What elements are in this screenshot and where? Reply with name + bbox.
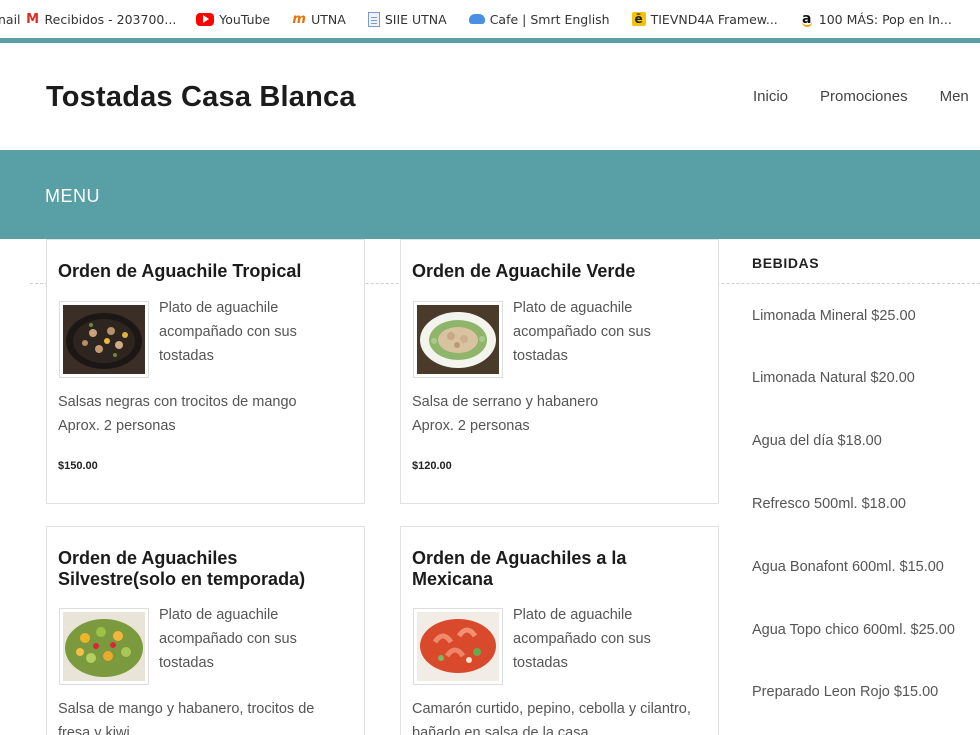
card-price: $150.00 <box>58 460 98 472</box>
menu-banner-title: MENU <box>45 186 100 206</box>
bookmark-label: YouTube <box>219 11 271 27</box>
shrimp-aguachile-photo <box>413 608 503 685</box>
card-description: Plato de aguachile acompañado con sus to… <box>513 300 651 364</box>
menu-card: Orden de Aguachile Tropical Plato de agu… <box>46 239 365 504</box>
tievnd-icon: ē <box>631 12 646 26</box>
card-description: Plato de aguachile acompañado con sus to… <box>159 300 297 364</box>
bookmark-youtube[interactable]: YouTube <box>196 12 270 27</box>
bookmark-amazon[interactable]: a 100 MÁS: Pop en In... <box>800 11 952 27</box>
green-aguachile-photo <box>413 301 503 378</box>
card-detail-line: Salsas negras con trocitos de mango <box>58 394 297 410</box>
card-description: Plato de aguachile acompañado con sus to… <box>159 607 297 671</box>
utna-icon: m <box>292 11 306 27</box>
nav-item-inicio[interactable]: Inicio <box>753 88 788 105</box>
main-nav: Inicio Promociones Men <box>753 88 969 105</box>
dark-aguachile-photo <box>59 301 149 378</box>
menu-card: Orden de Aguachiles Silvestre(solo en te… <box>46 526 365 735</box>
nav-item-promociones[interactable]: Promociones <box>820 88 908 105</box>
bookmark-utna[interactable]: m UTNA <box>292 11 346 27</box>
bookmark-cafe[interactable]: Cafe | Smrt English <box>468 11 610 27</box>
bookmark-prefix: nail <box>0 11 21 27</box>
nav-item-menu[interactable]: Men <box>940 88 969 105</box>
drink-item: Agua del día $18.00 <box>752 433 882 449</box>
bookmark-label: 100 MÁS: Pop en In... <box>818 11 952 27</box>
bookmark-label: Cafe | Smrt English <box>489 11 610 27</box>
site-header: Tostadas Casa Blanca Inicio Promociones … <box>0 43 980 150</box>
bookmark-tievnd[interactable]: ē TIEVND4A Framew... <box>631 11 778 27</box>
drink-item: Limonada Natural $20.00 <box>752 370 915 386</box>
bookmark-label: SIIE UTNA <box>384 11 447 27</box>
card-title: Orden de Aguachile Tropical <box>58 261 302 281</box>
youtube-icon <box>196 12 215 26</box>
card-description: Plato de aguachile acompañado con sus to… <box>513 607 651 671</box>
card-detail-line: fresa y kiwi <box>58 725 130 735</box>
drinks-title: BEBIDAS <box>752 255 820 271</box>
card-detail-line: Camarón curtido, pepino, cebolla y cilan… <box>412 701 691 717</box>
drink-item: Agua Bonafont 600ml. $15.00 <box>752 559 944 575</box>
bookmark-label: TIEVND4A Framew... <box>650 11 778 27</box>
menu-card: Orden de Aguachiles a la Mexicana Plato … <box>400 526 719 735</box>
drink-item: Limonada Mineral $25.00 <box>752 308 916 324</box>
menu-card: Orden de Aguachile Verde Plato de aguach… <box>400 239 719 504</box>
card-detail-line: Aprox. 2 personas <box>412 418 530 434</box>
card-detail-line: Salsa de serrano y habanero <box>412 394 599 410</box>
drink-item: Preparado Leon Rojo $15.00 <box>752 684 939 700</box>
bookmarks-bar: nail M Recibidos - 203700... YouTube m U… <box>0 0 980 38</box>
menu-content: Orden de Aguachile Tropical Plato de agu… <box>0 239 980 735</box>
card-title: Orden de Aguachile Verde <box>412 261 636 281</box>
card-price: $120.00 <box>412 460 452 472</box>
bookmark-gmail[interactable]: nail M Recibidos - 203700... <box>0 12 176 27</box>
bookmark-siie[interactable]: SIIE UTNA <box>367 11 447 27</box>
gmail-icon: M <box>26 11 39 27</box>
card-detail-line: Salsa de mango y habanero, trocitos de <box>58 701 315 717</box>
bookmark-label: UTNA <box>311 11 346 27</box>
drink-item: Agua Topo chico 600ml. $25.00 <box>752 622 955 638</box>
document-icon <box>367 11 380 27</box>
card-title: Orden de Aguachiles Silvestre(solo en te… <box>58 548 306 589</box>
bookmark-label: Recibidos - 203700... <box>44 11 177 27</box>
drink-item: Refresco 500ml. $18.00 <box>752 496 906 512</box>
cloud-icon <box>468 14 485 24</box>
mango-aguachile-photo <box>59 608 149 685</box>
menu-banner: MENU <box>0 150 980 239</box>
card-detail-line: bañado en salsa de la casa <box>412 725 589 735</box>
amazon-icon: a <box>800 11 814 27</box>
card-title: Orden de Aguachiles a la Mexicana <box>412 548 627 589</box>
card-detail-line: Aprox. 2 personas <box>58 418 176 434</box>
site-title[interactable]: Tostadas Casa Blanca <box>46 81 356 114</box>
